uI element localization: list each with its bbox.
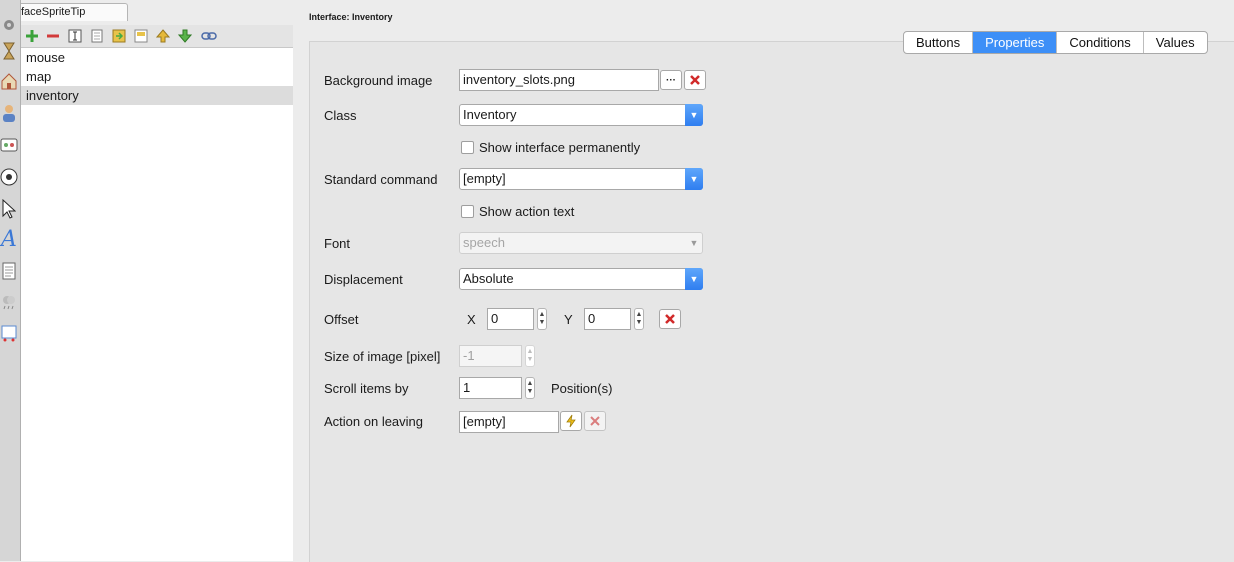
splitter[interactable]: [293, 0, 309, 561]
font-select[interactable]: speech ▼: [459, 232, 703, 254]
class-select[interactable]: Inventory ▼: [459, 104, 703, 126]
list-item-label: mouse: [26, 50, 66, 65]
tab-properties[interactable]: Properties: [973, 32, 1058, 53]
properties-panel: [309, 41, 1234, 562]
class-select-value: Inventory: [463, 107, 517, 122]
action-on-leaving-label: Action on leaving: [324, 414, 424, 429]
document-icon[interactable]: [0, 260, 18, 282]
offset-x-field[interactable]: 0: [487, 308, 534, 330]
copy-icon[interactable]: [89, 28, 105, 44]
text-icon[interactable]: A: [0, 227, 18, 252]
displacement-label: Displacement: [324, 272, 403, 287]
displacement-value: Absolute: [463, 271, 514, 286]
move-up-icon[interactable]: [155, 28, 171, 44]
page-title: Interface: Inventory: [309, 12, 393, 22]
offset-x-label: X: [467, 312, 476, 327]
import-icon[interactable]: [111, 28, 127, 44]
house-icon[interactable]: [0, 70, 18, 92]
size-of-image-field[interactable]: -1: [459, 345, 522, 367]
close-icon: [590, 416, 600, 426]
clear-offset-button[interactable]: [659, 309, 681, 329]
offset-y-label: Y: [564, 312, 573, 327]
background-image-label: Background image: [324, 73, 433, 88]
action-on-leaving-field[interactable]: [empty]: [459, 411, 559, 433]
cursor-icon[interactable]: [0, 198, 18, 220]
font-select-value: speech: [463, 235, 505, 250]
tab-conditions[interactable]: Conditions: [1057, 32, 1144, 53]
edit-action-button[interactable]: [560, 411, 582, 431]
ball-icon[interactable]: [0, 166, 18, 188]
chevron-down-icon: ▼: [689, 238, 699, 248]
list-item-label: map: [26, 69, 52, 84]
background-image-field[interactable]: inventory_slots.png: [459, 69, 659, 91]
size-of-image-label: Size of image [pixel]: [324, 349, 441, 364]
offset-x-stepper[interactable]: ▲ ▼: [537, 308, 547, 330]
clear-action-button[interactable]: [584, 411, 606, 431]
standard-command-select[interactable]: [empty] ▼: [459, 168, 703, 190]
remove-icon[interactable]: [45, 28, 61, 44]
show-permanently-label: Show interface permanently: [479, 140, 641, 155]
close-icon: [665, 314, 675, 324]
size-of-image-stepper[interactable]: ▲ ▼: [525, 345, 535, 367]
font-label: Font: [324, 236, 351, 251]
export-icon[interactable]: [133, 28, 149, 44]
chevron-down-icon: ▼: [685, 168, 703, 190]
tab-bar: Buttons Properties Conditions Values: [903, 31, 1208, 54]
displacement-select[interactable]: Absolute ▼: [459, 268, 703, 290]
show-permanently-checkbox[interactable]: [461, 141, 474, 154]
paint-icon[interactable]: [0, 322, 18, 344]
scroll-items-stepper[interactable]: ▲ ▼: [525, 377, 535, 399]
lightning-icon: [566, 414, 576, 428]
interface-list: mouse map inventory: [21, 48, 293, 561]
scroll-items-label: Scroll items by: [324, 381, 409, 396]
standard-command-label: Standard command: [324, 172, 438, 187]
standard-command-value: [empty]: [463, 171, 506, 186]
hourglass-icon[interactable]: [0, 40, 18, 62]
browse-button[interactable]: ···: [660, 70, 682, 90]
add-icon[interactable]: [24, 28, 40, 44]
gamepad-icon[interactable]: [0, 134, 18, 156]
weather-icon[interactable]: [0, 290, 18, 312]
close-icon: [690, 75, 700, 85]
offset-label: Offset: [324, 312, 359, 327]
tab-values[interactable]: Values: [1144, 32, 1207, 53]
show-action-text-checkbox[interactable]: [461, 205, 474, 218]
chevron-down-icon: ▼: [685, 268, 703, 290]
move-down-icon[interactable]: [177, 28, 193, 44]
list-toolbar: [21, 25, 293, 48]
chevron-down-icon: ▼: [685, 104, 703, 126]
person-icon[interactable]: [0, 102, 18, 124]
offset-y-field[interactable]: 0: [584, 308, 631, 330]
link-icon[interactable]: [201, 28, 217, 44]
gear-icon[interactable]: [0, 14, 18, 36]
show-action-text-label: Show action text: [479, 204, 575, 219]
rename-icon[interactable]: [67, 28, 83, 44]
tab-buttons[interactable]: Buttons: [904, 32, 974, 53]
scroll-items-unit: Position(s): [551, 381, 613, 396]
left-toolstrip: A: [0, 0, 21, 561]
class-label: Class: [324, 108, 357, 123]
list-item-map[interactable]: map: [21, 67, 293, 86]
list-item-mouse[interactable]: mouse: [21, 48, 293, 67]
clear-background-button[interactable]: [684, 70, 706, 90]
list-item-label: inventory: [26, 88, 79, 103]
list-item-inventory[interactable]: inventory: [21, 86, 293, 105]
offset-y-stepper[interactable]: ▲ ▼: [634, 308, 644, 330]
scroll-items-field[interactable]: 1: [459, 377, 522, 399]
